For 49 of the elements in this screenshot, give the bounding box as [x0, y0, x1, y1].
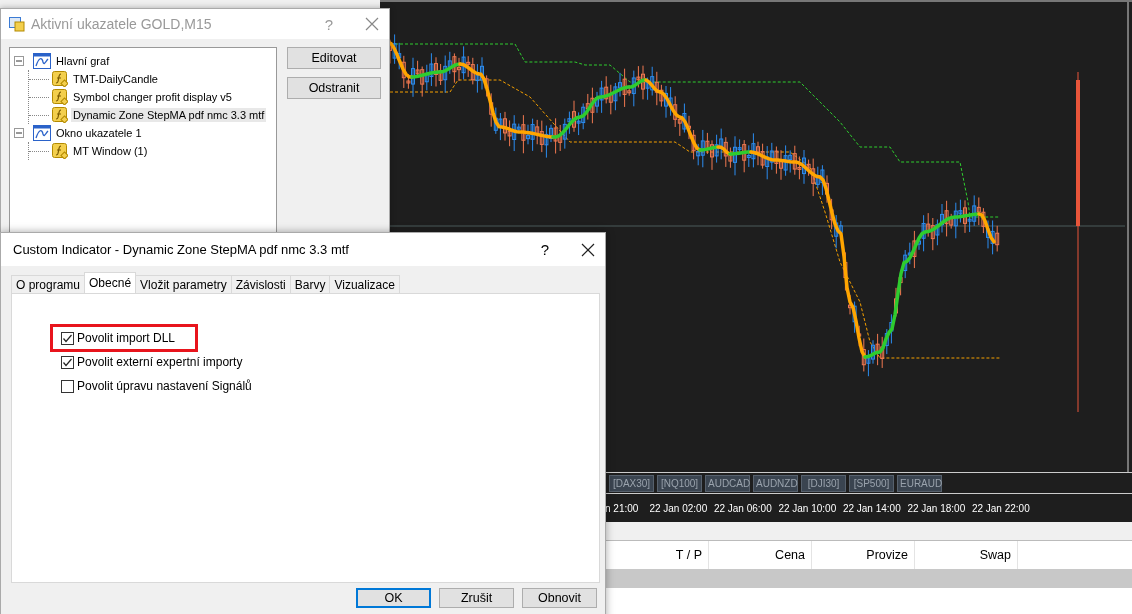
- function-icon: [52, 143, 68, 159]
- symbol-button[interactable]: AUDCAD: [705, 474, 750, 492]
- tab[interactable]: Vizualizace: [329, 275, 400, 293]
- tree-item[interactable]: Symbol changer profit display v5: [71, 90, 234, 104]
- checkbox-label: Povolit externí expertní importy: [77, 355, 243, 369]
- symbol-button[interactable]: AUDNZD: [753, 474, 798, 492]
- window-title: Custom Indicator - Dynamic Zone StepMA pdf nmc 3.3 mtf: [13, 242, 350, 257]
- function-icon: [52, 107, 68, 123]
- dialog-button[interactable]: Odstranit: [287, 77, 381, 99]
- function-icon: [52, 71, 68, 87]
- time-label: 22 Jan 02:00: [649, 502, 709, 514]
- tab[interactable]: Barvy: [289, 275, 331, 293]
- dialog-button[interactable]: Editovat: [287, 47, 381, 69]
- checkbox[interactable]: [61, 379, 74, 393]
- dialog-button[interactable]: OK: [356, 588, 431, 608]
- checkbox-label: Povolit import DLL: [77, 331, 176, 345]
- time-label: n 21:00: [605, 502, 639, 514]
- symbol-button[interactable]: [DJI30]: [801, 474, 846, 492]
- collapse-icon[interactable]: [14, 128, 24, 138]
- tree-item[interactable]: Okno ukazatele 1: [54, 126, 144, 140]
- chart-window-icon: [33, 53, 51, 69]
- time-label: 22 Jan 18:00: [907, 502, 967, 514]
- time-label: 22 Jan 10:00: [778, 502, 838, 514]
- checkbox-label: Povolit úpravu nastavení Signálů: [77, 379, 252, 393]
- collapse-icon[interactable]: [14, 56, 24, 66]
- tree-item[interactable]: Hlavní graf: [54, 54, 112, 68]
- checkbox[interactable]: [61, 355, 74, 369]
- tab[interactable]: O programu: [11, 275, 86, 293]
- window-title: Aktivní ukazatele GOLD,M15: [31, 16, 213, 32]
- tab[interactable]: Vložit parametry: [135, 275, 232, 293]
- indicator-window-icon: [9, 16, 25, 32]
- tree-item[interactable]: Dynamic Zone StepMA pdf nmc 3.3 mtf: [71, 108, 267, 122]
- tree-item[interactable]: TMT-DailyCandle: [71, 72, 160, 86]
- symbol-button[interactable]: [SP500]: [849, 474, 894, 492]
- tree-item[interactable]: MT Window (1): [71, 144, 150, 158]
- help-button[interactable]: ?: [540, 241, 549, 258]
- symbol-button[interactable]: [DAX30]: [609, 474, 654, 492]
- dialog-button[interactable]: Zrušit: [439, 588, 514, 608]
- dialog-button[interactable]: Obnovit: [522, 588, 597, 608]
- time-label: 22 Jan 06:00: [713, 502, 773, 514]
- time-label: 22 Jan 22:00: [971, 502, 1031, 514]
- function-icon: [52, 89, 68, 105]
- symbol-button[interactable]: EURAUD: [897, 474, 942, 492]
- checkbox[interactable]: [61, 331, 74, 345]
- close-icon[interactable]: [581, 242, 595, 257]
- chart-window-icon: [33, 125, 51, 141]
- time-label: 22 Jan 14:00: [842, 502, 902, 514]
- tab[interactable]: Obecné: [84, 272, 137, 293]
- symbol-button[interactable]: [NQ100]: [657, 474, 702, 492]
